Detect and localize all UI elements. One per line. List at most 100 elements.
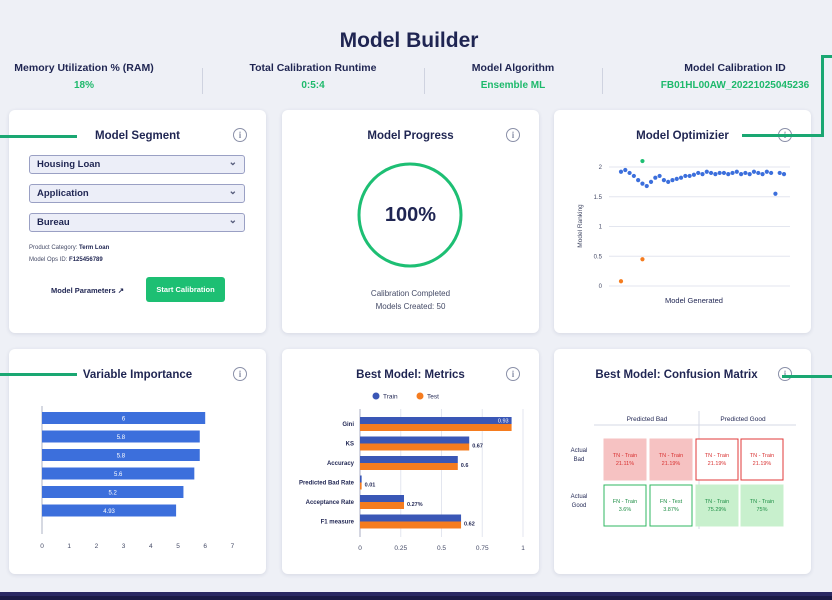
scatter-point: [623, 167, 628, 173]
select-value: Application: [37, 188, 89, 199]
x-tick-label: 0: [40, 543, 44, 550]
stat-calibration-id-value: FB01HL00AW_20221025045236: [660, 80, 810, 91]
chevron-down-icon: ⌄: [228, 186, 237, 197]
stat-runtime-label: Total Calibration Runtime: [249, 62, 377, 74]
pointer-line: [821, 55, 824, 137]
bar-value-label: 0.01: [365, 483, 376, 489]
scatter-point: [756, 170, 761, 176]
metrics-card: Best Model: Metrics i Train Test 0 0.25 0.5 0…: [282, 349, 539, 574]
category-label: Predicted Bad Rate: [299, 481, 355, 487]
x-tick-label: 6: [203, 543, 207, 550]
scatter-point: [713, 172, 718, 177]
category-label: Acceptance Rate: [306, 500, 355, 506]
scatter-point: [636, 177, 641, 183]
cell-value: 3.6%: [619, 507, 632, 513]
scatter-point: [700, 172, 705, 177]
bar-value-label: 5.2: [109, 491, 118, 497]
cell-value: 3.87%: [663, 507, 679, 513]
stat-algorithm-value: Ensemble ML: [480, 80, 546, 91]
app-frame: Model Builder Memory Utilization % (RAM)…: [0, 0, 832, 596]
scatter-point: [640, 257, 645, 262]
loan-type-select[interactable]: Housing Loan ⌄: [29, 155, 245, 174]
matrix-cell: [603, 484, 647, 527]
pointer-line: [822, 55, 832, 58]
x-tick-label: 5: [176, 543, 180, 550]
product-category-label: Product Category:: [29, 245, 78, 251]
x-tick-label: 0.5: [437, 545, 446, 552]
stat-algorithm: Model Algorithm Ensemble ML: [448, 62, 578, 91]
scatter-point: [653, 175, 658, 180]
model-parameters-link[interactable]: Model Parameters ↗: [51, 286, 124, 295]
train-bar: [360, 495, 405, 502]
cell-label: TN - Train: [750, 499, 774, 505]
scatter-point: [648, 179, 654, 184]
bar-value-label: 0.6: [461, 463, 469, 469]
scatter-point: [683, 173, 688, 179]
y-tick-label: 1: [599, 225, 603, 231]
category-label: Accuracy: [327, 461, 355, 467]
scatter-point: [739, 172, 744, 177]
pointer-line: [0, 373, 77, 376]
y-tick-label: 0: [599, 284, 603, 290]
scatter-point: [717, 170, 722, 176]
y-tick-label: 2: [599, 165, 603, 171]
stat-divider: [602, 68, 603, 94]
scatter-point: [691, 172, 697, 177]
matrix-cell: [740, 438, 784, 481]
category-label: KS: [346, 442, 354, 448]
x-tick-label: 4: [149, 543, 153, 550]
confusion-matrix-card: Best Model: Confusion Matrix i Predicted…: [554, 349, 811, 574]
stat-divider: [202, 68, 203, 94]
metrics-chart: Train Test 0 0.25 0.5 0.75 1 Gini 0.93 KS 0.67 Accu…: [299, 392, 525, 552]
x-tick-label: 1: [67, 543, 71, 550]
test-bar: [360, 424, 512, 431]
scatter-point: [773, 191, 778, 196]
select-value: Bureau: [37, 217, 70, 228]
scatter-point: [777, 170, 782, 176]
stat-calibration-id: Model Calibration ID FB01HL00AW_20221025…: [640, 62, 830, 91]
scatter-point: [631, 173, 636, 179]
model-optimizer-card: Model Optimizier i 21.510.50Model Rankin…: [554, 110, 811, 333]
train-bar: [360, 514, 462, 522]
legend-label: Train: [383, 394, 398, 401]
x-tick-label: 0.25: [394, 545, 407, 552]
info-icon[interactable]: i: [233, 128, 247, 142]
scatter-point: [666, 179, 671, 184]
matrix-cell: [649, 484, 693, 527]
cell-value: 75.29%: [708, 507, 727, 513]
scatter-point: [618, 169, 624, 174]
chevron-down-icon: ⌄: [228, 157, 237, 168]
bar-value-label: 0.67: [472, 444, 483, 450]
model-ops-id-label: Model Ops ID:: [29, 257, 68, 263]
scatter-point: [618, 279, 624, 284]
train-bar: [360, 475, 362, 483]
row-header: Bad: [574, 457, 585, 463]
scatter-point: [657, 173, 662, 179]
legend-label: Test: [427, 394, 439, 401]
model-progress-card: Model Progress i 100% Calibration Comple…: [282, 110, 539, 333]
stage-select[interactable]: Application ⌄: [29, 184, 245, 203]
pointer-line: [0, 135, 77, 138]
column-header: Predicted Bad: [627, 416, 668, 423]
cell-value: 21.11%: [616, 461, 634, 467]
y-axis-label: Model Ranking: [577, 204, 584, 248]
scatter-point: [640, 158, 645, 164]
stat-runtime-value: 0:5:4: [301, 80, 325, 91]
scatter-point: [678, 175, 684, 180]
x-tick-label: 0.75: [476, 545, 489, 552]
page-title: Model Builder: [339, 29, 479, 52]
start-calibration-button[interactable]: Start Calibration: [146, 277, 225, 302]
cell-label: FN - Test: [660, 499, 683, 505]
legend-swatch: [372, 392, 380, 400]
category-label: F1 measure: [321, 520, 355, 526]
y-tick-label: 0.5: [594, 254, 603, 260]
train-bar: [360, 436, 470, 444]
cell-label: TN - Train: [659, 453, 683, 459]
scatter-point: [726, 172, 731, 177]
y-tick-label: 1.5: [594, 195, 603, 201]
data-source-select[interactable]: Bureau ⌄: [29, 213, 245, 232]
product-category-value: Term Loan: [79, 245, 110, 251]
legend-swatch: [416, 392, 424, 400]
test-bar: [360, 443, 470, 451]
scatter-point: [743, 170, 748, 176]
